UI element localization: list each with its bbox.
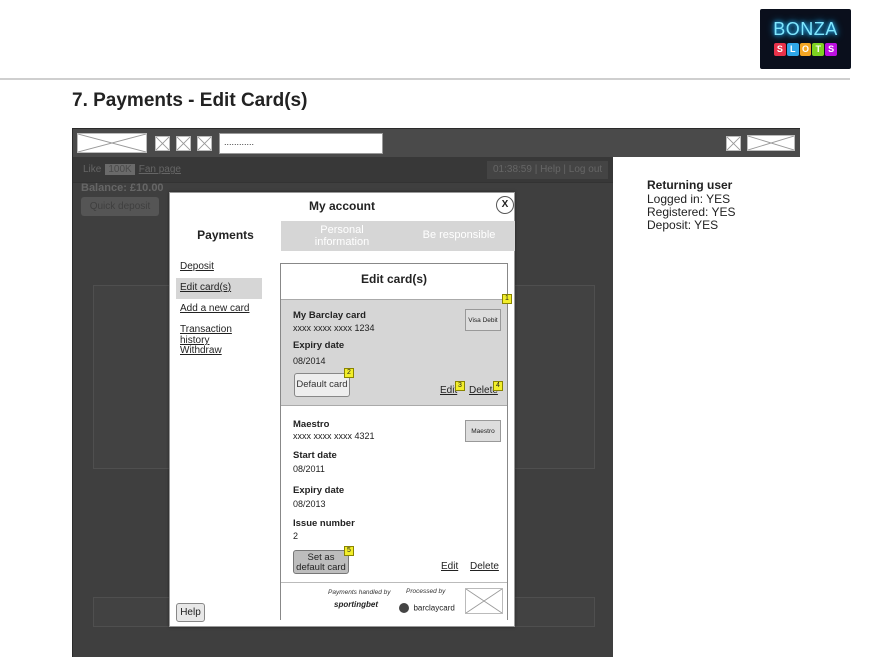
- expiry-label: Expiry date: [293, 340, 345, 351]
- clock-help-logout: 01:38:59 | Help | Log out: [487, 161, 609, 179]
- card-name: Maestro: [293, 419, 330, 430]
- annotation-line: Deposit: YES: [647, 218, 719, 232]
- browser-menu-icon[interactable]: [726, 136, 741, 151]
- like-widget: Like 100K Fan page: [83, 164, 181, 175]
- sidebar-item-transaction-history[interactable]: Transaction history: [176, 320, 262, 346]
- tab-label: Personal: [320, 224, 364, 236]
- card-name: My Barclay card: [293, 310, 366, 321]
- page-title: 7. Payments - Edit Card(s): [72, 90, 308, 111]
- card-number: xxxx xxxx xxxx 4321: [293, 431, 375, 441]
- browser-brand-placeholder-icon: [747, 135, 795, 151]
- modal-tabs: Payments Personal information Be respons…: [170, 221, 515, 251]
- expiry-label: Expiry date: [293, 485, 345, 496]
- logo-letter: S: [825, 43, 837, 56]
- logo-word: BONZA: [773, 19, 838, 39]
- bonza-slots-logo: BONZA S L O T S: [760, 9, 851, 69]
- annotation-title: Returning user: [647, 178, 733, 192]
- barclaycard-wordmark: barclaycard: [413, 603, 455, 613]
- fan-page-link: Fan page: [138, 164, 181, 175]
- processed-by-text: Processed by: [406, 588, 446, 595]
- tab-payments[interactable]: Payments: [170, 221, 281, 251]
- annotation-line: Logged in: YES: [647, 192, 731, 206]
- expiry-value: 08/2014: [293, 356, 326, 366]
- address-bar[interactable]: ............: [219, 133, 383, 154]
- issue-number-value: 2: [293, 531, 299, 541]
- start-date-label: Start date: [293, 450, 337, 461]
- annotation-marker: 4: [493, 381, 503, 391]
- annotation-marker: 1: [502, 294, 512, 304]
- logo-letter: T: [812, 43, 825, 56]
- like-button: Like: [83, 164, 102, 175]
- expiry-value: 08/2013: [293, 499, 326, 509]
- delete-card-link[interactable]: Delete: [470, 561, 499, 572]
- divider: [0, 78, 850, 80]
- modal-title: My account: [308, 199, 375, 213]
- browser-logo-placeholder-icon: [77, 133, 147, 153]
- sidebar-item-withdraw[interactable]: Withdraw: [176, 341, 262, 362]
- quick-deposit-button: Quick deposit: [81, 197, 159, 216]
- start-date-value: 08/2011: [293, 464, 325, 474]
- logo-letter: O: [799, 43, 812, 56]
- edit-card-link[interactable]: Edit: [441, 561, 458, 572]
- handled-by-text: Payments handled by: [328, 589, 391, 596]
- card-maestro: Maestro xxxx xxxx xxxx 4321 Maestro Star…: [281, 406, 507, 582]
- page: BONZA S L O T S 7. Payments - Edit Card(…: [0, 0, 877, 657]
- sidebar-item-deposit[interactable]: Deposit: [176, 257, 262, 278]
- default-card-button[interactable]: Default card: [294, 373, 350, 397]
- logo-slots-letters: S L O T S: [774, 43, 837, 57]
- barclaycard-eagle-icon: [399, 602, 409, 613]
- my-account-modal: My account X Payments Personal informati…: [169, 192, 515, 627]
- sidebar-item-edit-cards[interactable]: Edit card(s): [176, 278, 262, 299]
- annotation-marker: 2: [344, 368, 354, 378]
- edit-cards-title: Edit card(s): [360, 272, 427, 286]
- site-top-strip: Like 100K Fan page 01:38:59 | Help | Log o…: [73, 157, 613, 183]
- card-number: xxxx xxxx xxxx 1234: [293, 323, 375, 333]
- logo-letter: S: [774, 43, 786, 56]
- sidebar-item-add-new-card[interactable]: Add a new card: [176, 299, 262, 320]
- tab-personal-information[interactable]: Personal information: [281, 221, 403, 251]
- card-barclay: My Barclay card xxxx xxxx xxxx 1234 Visa…: [281, 294, 512, 406]
- maestro-icon: Maestro: [465, 420, 501, 442]
- forward-icon[interactable]: [176, 136, 191, 151]
- annotation-marker: 3: [455, 381, 465, 391]
- edit-cards-panel: Edit card(s) My Barclay card xxxx xxxx x…: [280, 263, 512, 620]
- back-icon[interactable]: [155, 136, 170, 151]
- tab-be-responsible[interactable]: Be responsible: [403, 221, 515, 251]
- tab-label: information: [314, 236, 370, 248]
- help-button[interactable]: Help: [176, 603, 205, 622]
- ssl-logo-icon: [465, 588, 503, 614]
- annotation-line: Registered: YES: [647, 205, 736, 219]
- button-label: default card: [296, 562, 346, 573]
- annotation-marker: 5: [344, 546, 354, 556]
- visa-debit-icon: Visa Debit: [465, 309, 501, 331]
- annotation-panel: Returning user Logged in: YES Registered…: [613, 157, 800, 657]
- set-default-card-button[interactable]: Set as default card: [293, 550, 349, 574]
- browser-toolbar: ............: [73, 129, 800, 157]
- balance-text: Balance: £10.00: [81, 182, 164, 194]
- like-count: 100K: [105, 164, 135, 175]
- sportingbet-logo: sportingbet: [334, 600, 378, 609]
- barclaycard-logo: barclaycard: [399, 599, 455, 613]
- refresh-icon[interactable]: [197, 136, 212, 151]
- issue-number-label: Issue number: [293, 518, 355, 529]
- logo-letter: L: [786, 43, 799, 56]
- payments-footer: Payments handled by sportingbet Processe…: [281, 582, 507, 620]
- close-button[interactable]: X: [496, 196, 514, 214]
